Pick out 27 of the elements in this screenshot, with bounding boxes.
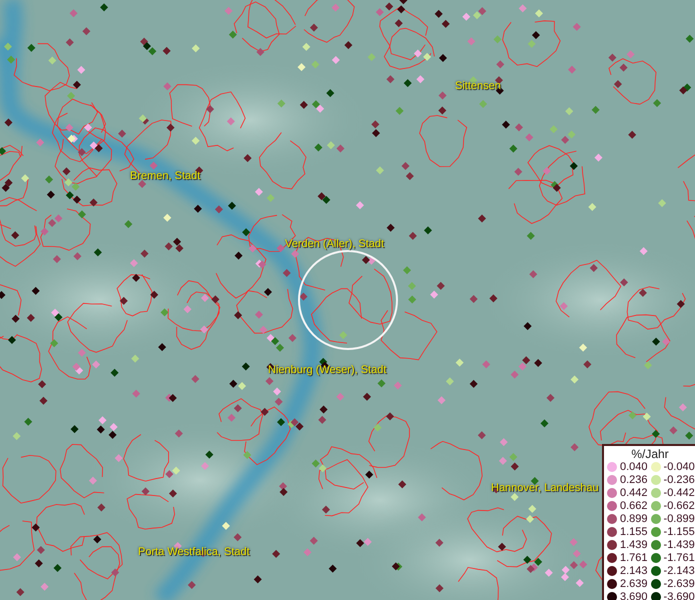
legend-value: -1.761: [664, 552, 695, 564]
place-label: Nienburg (Weser), Stadt: [268, 364, 386, 376]
legend-value: -0.442: [664, 487, 695, 499]
place-label: Bremen, Stadt: [130, 170, 200, 182]
legend-value: 1.155: [620, 526, 648, 538]
legend-value: 0.236: [620, 474, 648, 486]
place-label: Porta Westfalica, Stadt: [138, 546, 250, 558]
legend-value: -1.155: [664, 526, 695, 538]
legend-value: 0.040: [620, 461, 648, 473]
legend-value: 2.639: [620, 578, 648, 590]
legend-value: -0.899: [664, 513, 695, 525]
legend-value: -0.040: [664, 461, 695, 473]
legend-value: -1.439: [664, 539, 695, 551]
legend-value: -2.143: [664, 565, 695, 577]
legend-value: 1.439: [620, 539, 648, 551]
legend-value: -0.662: [664, 500, 695, 512]
legend-value: 3.690: [620, 591, 648, 600]
legend-value: 2.143: [620, 565, 648, 577]
legend-value: -3.690: [664, 591, 695, 600]
legend-value: 0.899: [620, 513, 648, 525]
legend-value: -2.639: [664, 578, 695, 590]
legend-value: 0.662: [620, 500, 648, 512]
legend-value: 1.761: [620, 552, 648, 564]
legend-title: %/Jahr: [630, 447, 670, 461]
legend-value: 0.442: [620, 487, 648, 499]
place-label: Sittensen: [455, 80, 501, 92]
legend-value: -0.236: [664, 474, 695, 486]
